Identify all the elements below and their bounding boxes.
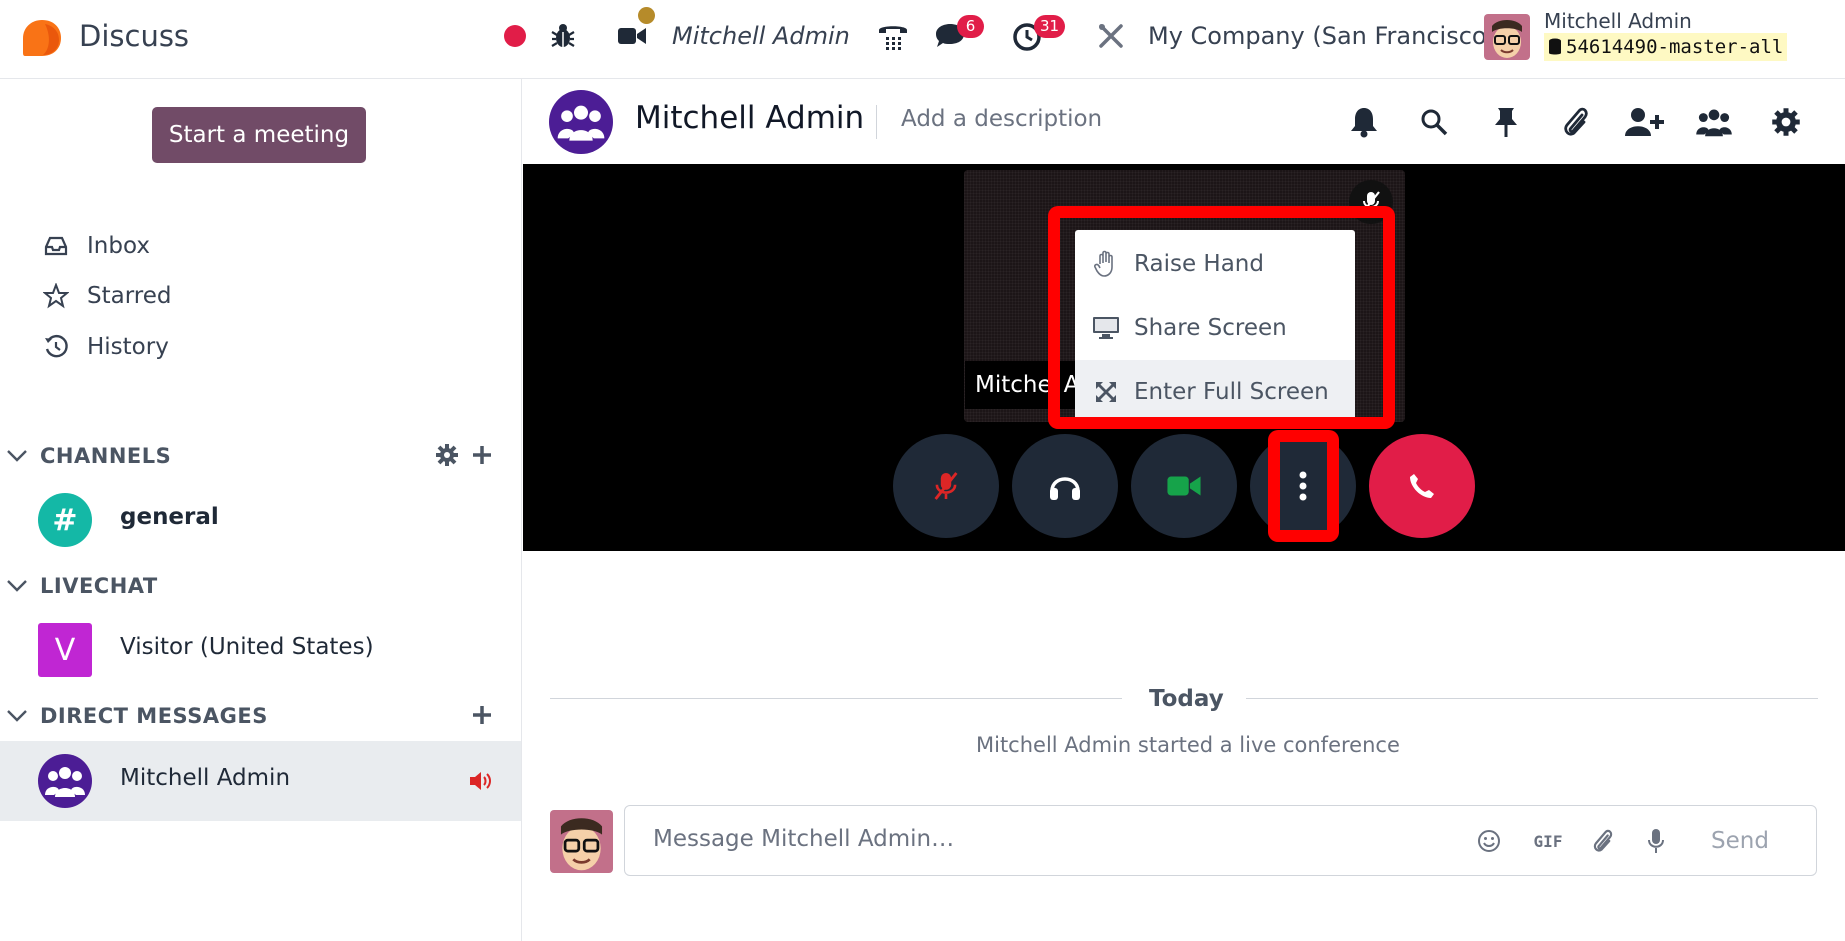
star-icon <box>43 283 69 309</box>
hand-icon <box>1092 250 1120 278</box>
app-name[interactable]: Discuss <box>79 19 189 53</box>
inbox-icon <box>43 233 69 259</box>
gif-icon[interactable]: GIF <box>1530 826 1566 856</box>
conference-notification: Mitchell Admin started a live conference <box>976 733 1400 757</box>
channels-section-toggle[interactable]: CHANNELS <box>6 439 171 473</box>
thread-title[interactable]: Mitchell Admin <box>635 100 864 136</box>
sidebar-item-history[interactable]: History <box>43 330 169 364</box>
thread-header: Mitchell Admin Add a description <box>523 79 1845 164</box>
channel-item-general[interactable]: # general <box>0 480 521 560</box>
add-channel-icon[interactable] <box>471 444 493 466</box>
mute-microphone-button[interactable] <box>893 434 999 538</box>
deafen-headphones-button[interactable] <box>1012 434 1118 538</box>
thread-description-input[interactable]: Add a description <box>901 106 1102 132</box>
menu-item-label: Share Screen <box>1134 315 1287 341</box>
chevron-down-icon <box>6 579 28 593</box>
dm-name: Mitchell Admin <box>120 765 291 791</box>
database-name: 54614490-master-all <box>1566 36 1784 58</box>
add-user-icon[interactable] <box>1622 104 1666 140</box>
date-separator-line-right <box>1246 698 1818 699</box>
dm-section-title: DIRECT MESSAGES <box>40 704 268 728</box>
expand-icon <box>1092 378 1120 406</box>
tools-icon[interactable] <box>1097 22 1125 50</box>
dm-actions <box>471 704 493 726</box>
in-call-speaker-icon <box>468 769 494 793</box>
header-divider <box>876 105 877 139</box>
sidebar-item-starred[interactable]: Starred <box>43 279 171 313</box>
chevron-down-icon <box>6 709 28 723</box>
database-tag: 54614490-master-all <box>1544 33 1788 61</box>
camera-toggle-button[interactable] <box>1131 434 1237 538</box>
channel-name: general <box>120 504 219 530</box>
messages-badge: 6 <box>957 15 984 38</box>
start-meeting-button[interactable]: Start a meeting <box>152 107 366 163</box>
members-icon[interactable] <box>1692 104 1736 140</box>
visitor-avatar: V <box>38 623 92 677</box>
call-user-label[interactable]: Mitchell Admin <box>672 22 850 50</box>
monitor-icon <box>1092 314 1120 342</box>
menu-item-raise-hand[interactable]: Raise Hand <box>1075 232 1355 296</box>
user-name[interactable]: Mitchell Admin <box>1544 9 1692 33</box>
attachment-icon[interactable] <box>1588 826 1618 856</box>
company-switcher[interactable]: My Company (San Francisco) <box>1148 22 1496 50</box>
emoji-icon[interactable] <box>1474 826 1504 856</box>
gear-icon[interactable] <box>435 443 459 467</box>
participant-name-label: Mitche A <box>965 361 1090 409</box>
database-icon <box>1548 38 1562 56</box>
dm-section-toggle[interactable]: DIRECT MESSAGES <box>6 699 268 733</box>
phone-icon[interactable] <box>876 20 910 54</box>
channels-actions <box>435 443 493 467</box>
livechat-section-title: LIVECHAT <box>40 574 158 598</box>
add-dm-icon[interactable] <box>471 704 493 726</box>
livechat-name: Visitor (United States) <box>120 634 374 660</box>
voice-microphone-icon[interactable] <box>1641 826 1671 856</box>
message-composer: GIF Send <box>624 805 1817 876</box>
discuss-logo-icon[interactable] <box>21 18 63 58</box>
date-separator-line-left <box>550 698 1122 699</box>
history-icon <box>43 334 69 360</box>
sidebar-item-label: Starred <box>87 283 172 309</box>
settings-gear-icon[interactable] <box>1768 104 1804 140</box>
bell-icon[interactable] <box>1346 104 1382 140</box>
channel-hash-icon: # <box>38 493 92 547</box>
participant-muted-icon <box>1349 180 1393 224</box>
video-call-icon[interactable] <box>617 24 647 48</box>
paperclip-icon[interactable] <box>1558 104 1594 140</box>
more-options-button[interactable] <box>1250 434 1356 538</box>
date-separator: Today <box>1149 686 1224 712</box>
call-options-menu: Raise Hand Share Screen Enter Full Scree… <box>1075 230 1355 420</box>
thread-avatar-icon <box>549 90 613 154</box>
menu-item-label: Enter Full Screen <box>1134 379 1329 405</box>
composer-avatar <box>550 810 613 873</box>
sidebar-item-label: History <box>87 334 169 360</box>
menu-item-label: Raise Hand <box>1134 251 1264 277</box>
send-button[interactable]: Send <box>1690 820 1790 862</box>
activities-badge: 31 <box>1034 15 1066 38</box>
record-indicator-icon[interactable] <box>504 25 526 47</box>
search-icon[interactable] <box>1416 104 1452 140</box>
presence-dot <box>638 7 655 24</box>
user-avatar[interactable] <box>1484 14 1530 60</box>
livechat-item-visitor[interactable]: V Visitor (United States) <box>0 610 521 690</box>
sidebar-item-inbox[interactable]: Inbox <box>43 229 150 263</box>
hang-up-button[interactable] <box>1369 434 1475 538</box>
message-input[interactable] <box>653 826 1453 852</box>
sidebar: Start a meeting Inbox Starred History CH… <box>0 79 522 941</box>
menu-item-share-screen[interactable]: Share Screen <box>1075 296 1355 360</box>
channels-section-title: CHANNELS <box>40 444 172 468</box>
pin-icon[interactable] <box>1488 104 1524 140</box>
top-navbar: Discuss Mitchell Admin 6 31 My Company (… <box>0 0 1845 79</box>
sidebar-item-label: Inbox <box>87 233 150 259</box>
dm-item-mitchell-admin[interactable]: Mitchell Admin <box>0 741 521 821</box>
menu-item-enter-full-screen[interactable]: Enter Full Screen <box>1075 360 1355 420</box>
bug-icon[interactable] <box>550 22 576 50</box>
livechat-section-toggle[interactable]: LIVECHAT <box>6 569 158 603</box>
chevron-down-icon <box>6 449 28 463</box>
group-avatar-icon <box>38 754 92 808</box>
